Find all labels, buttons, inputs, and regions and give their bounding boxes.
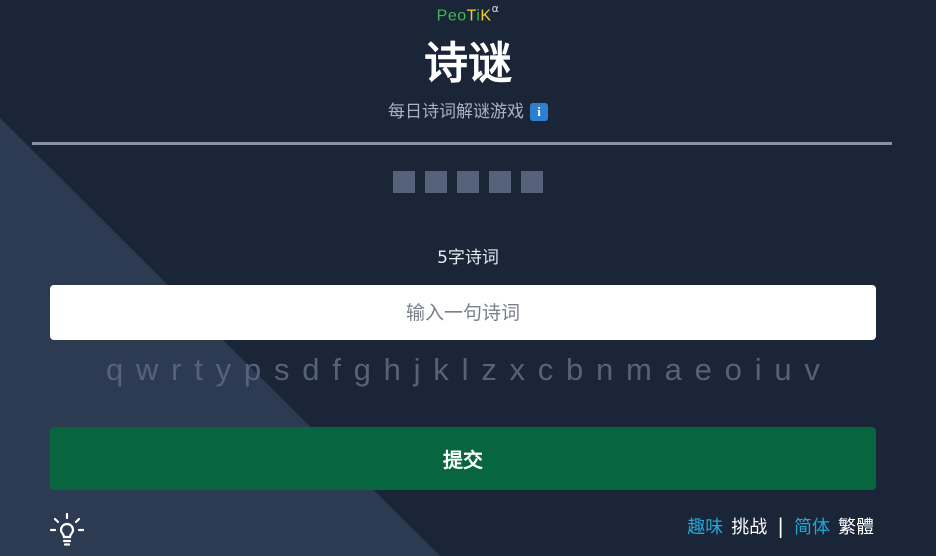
poem-input-container	[50, 285, 876, 340]
key-y[interactable]: y	[216, 350, 232, 390]
brand-letter: P	[436, 7, 448, 25]
key-i[interactable]: i	[755, 350, 762, 390]
key-x[interactable]: x	[509, 350, 525, 390]
brand-alpha-badge: α	[491, 2, 500, 15]
lightbulb-icon[interactable]	[50, 512, 84, 548]
subtitle-text: 每日诗词解谜游戏	[388, 102, 524, 122]
answer-slot	[425, 171, 447, 193]
lang-simplified-link[interactable]: 简体	[794, 517, 830, 538]
poem-input[interactable]	[50, 285, 876, 340]
mode-challenge-link[interactable]: 挑战	[731, 517, 767, 538]
key-n[interactable]: n	[596, 350, 613, 390]
answer-slot	[521, 171, 543, 193]
letter-keyboard: qwrtypsdfghjklzxcbnmaeoiuv	[50, 350, 876, 390]
answer-slots	[0, 171, 936, 193]
key-v[interactable]: v	[804, 350, 820, 390]
key-k[interactable]: k	[433, 350, 449, 390]
answer-slot	[393, 171, 415, 193]
key-s[interactable]: s	[274, 350, 290, 390]
subtitle: 每日诗词解谜游戏 i	[0, 100, 936, 124]
key-a[interactable]: a	[665, 350, 682, 390]
submit-button[interactable]: 提交	[50, 427, 876, 490]
answer-slot	[489, 171, 511, 193]
key-t[interactable]: t	[194, 350, 203, 390]
key-e[interactable]: e	[695, 350, 712, 390]
footer-separator: |	[777, 514, 784, 538]
key-w[interactable]: w	[136, 350, 158, 390]
key-z[interactable]: z	[481, 350, 497, 390]
brand-letter: e	[447, 7, 458, 25]
brand-letter: T	[466, 7, 477, 25]
key-q[interactable]: q	[106, 350, 123, 390]
page-title: 诗谜	[424, 38, 512, 89]
brand-name: PeoTiK	[437, 7, 492, 24]
key-j[interactable]: j	[414, 350, 421, 390]
key-m[interactable]: m	[626, 350, 652, 390]
answer-slot	[457, 171, 479, 193]
brand-logo: PeoTiKα	[0, 2, 936, 25]
info-icon[interactable]: i	[530, 103, 548, 121]
header-divider	[32, 142, 892, 145]
key-b[interactable]: b	[566, 350, 583, 390]
brand-letter: o	[457, 7, 467, 25]
key-p[interactable]: p	[244, 350, 261, 390]
key-f[interactable]: f	[332, 350, 341, 390]
poem-length-label: 5字诗词	[437, 248, 499, 268]
mode-fun-link[interactable]: 趣味	[687, 517, 723, 538]
key-d[interactable]: d	[302, 350, 319, 390]
key-o[interactable]: o	[725, 350, 742, 390]
key-g[interactable]: g	[354, 350, 371, 390]
lang-traditional-link[interactable]: 繁體	[838, 517, 874, 538]
key-c[interactable]: c	[538, 350, 554, 390]
key-u[interactable]: u	[774, 350, 791, 390]
footer-links: 趣味 挑战 | 简体 繁體	[683, 512, 878, 540]
key-r[interactable]: r	[171, 350, 181, 390]
key-h[interactable]: h	[384, 350, 401, 390]
key-l[interactable]: l	[462, 350, 469, 390]
brand-letter: K	[480, 7, 492, 25]
